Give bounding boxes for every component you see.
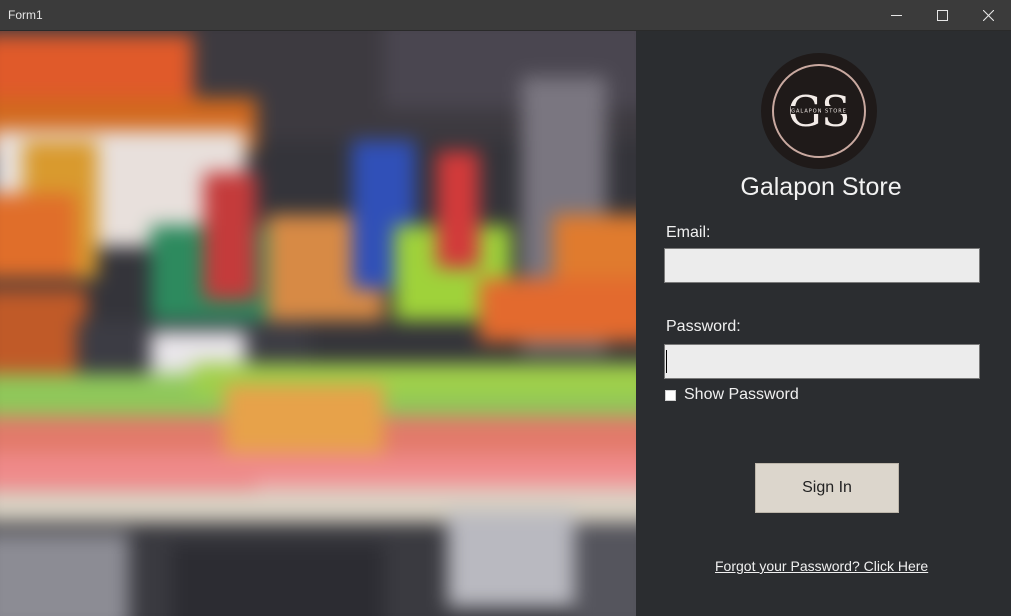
- password-field[interactable]: [664, 344, 980, 379]
- close-icon: [982, 10, 994, 21]
- sign-in-button[interactable]: Sign In: [755, 463, 899, 513]
- stationery-photo: [0, 31, 636, 616]
- logo-ring-text: GALAPON STORE: [791, 109, 847, 115]
- login-panel: GS GALAPON STORE Galapon Store Email: Pa…: [636, 31, 1011, 616]
- password-label: Password:: [666, 318, 741, 335]
- login-window: Form1 GS GALAPON STORE Galapon Store Ema…: [0, 0, 1011, 616]
- show-password-checkbox[interactable]: [665, 390, 676, 401]
- title-bar[interactable]: Form1: [0, 0, 1011, 31]
- minimize-button[interactable]: [873, 0, 919, 31]
- store-logo: GS GALAPON STORE: [761, 53, 877, 169]
- background-photo: [0, 31, 636, 616]
- email-label: Email:: [666, 224, 711, 241]
- show-password-label[interactable]: Show Password: [684, 386, 799, 404]
- forgot-password-link[interactable]: Forgot your Password? Click Here: [715, 558, 928, 574]
- store-name: Galapon Store: [740, 173, 902, 201]
- close-button[interactable]: [965, 0, 1011, 31]
- logo-emblem: GS GALAPON STORE: [761, 53, 877, 169]
- window-title: Form1: [8, 8, 43, 22]
- maximize-button[interactable]: [919, 0, 965, 31]
- email-field[interactable]: [664, 248, 980, 283]
- minimize-icon: [890, 15, 902, 16]
- text-caret: [666, 350, 667, 373]
- maximize-icon: [936, 10, 948, 21]
